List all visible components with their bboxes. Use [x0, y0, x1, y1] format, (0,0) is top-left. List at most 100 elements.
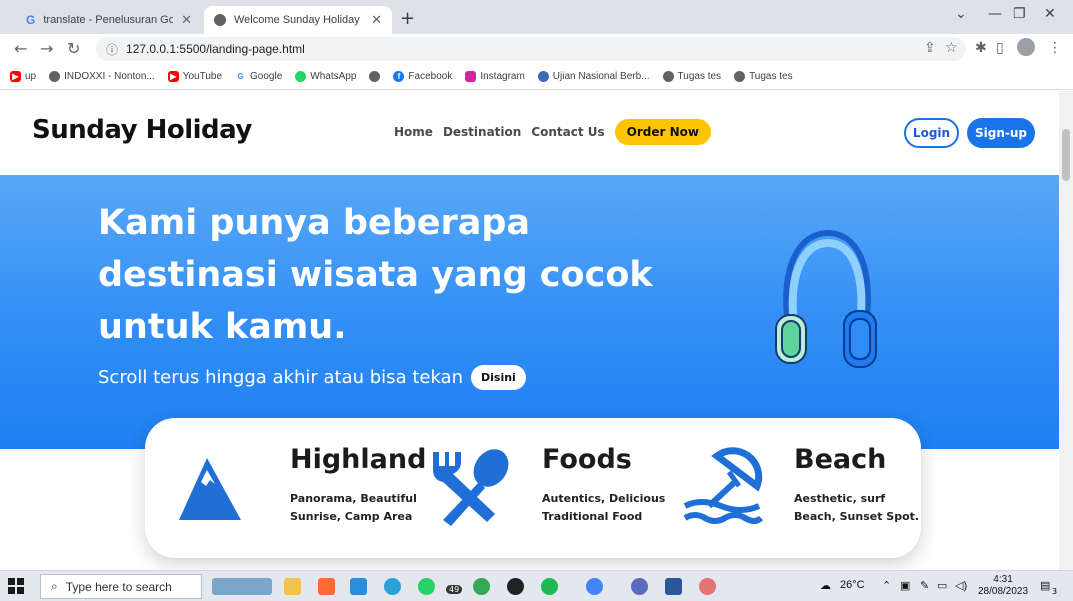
tray-app-icon[interactable]: ▣	[900, 579, 910, 592]
hero-subtitle: Scroll terus hingga akhir atau bisa teka…	[98, 365, 526, 390]
nav-destination[interactable]: Destination	[443, 125, 521, 139]
bookmark-youtube[interactable]: ▶ YouTube	[167, 71, 222, 82]
clock-time: 4:31	[993, 574, 1013, 585]
music-app-icon[interactable]	[507, 578, 524, 595]
volume-icon[interactable]: ◁)	[955, 579, 967, 592]
disini-button[interactable]: Disini	[471, 365, 526, 390]
search-icon: ⌕	[51, 579, 58, 593]
restore-icon[interactable]: ❐	[1013, 6, 1026, 22]
pen-icon[interactable]: ✎	[920, 579, 929, 592]
close-tab-icon[interactable]: ✕	[181, 12, 192, 28]
clock-date: 28/08/2023	[978, 586, 1029, 597]
close-tab-icon[interactable]: ✕	[371, 12, 382, 28]
news-widget-icon[interactable]	[212, 578, 272, 595]
close-window-icon[interactable]: ✕	[1044, 6, 1056, 22]
temperature[interactable]: 26°C	[840, 579, 865, 591]
beach-umbrella-icon	[683, 447, 764, 524]
vscode-icon[interactable]	[350, 578, 367, 595]
bookmark-label: Tugas tes	[749, 71, 793, 82]
scrollbar-thumb[interactable]	[1062, 129, 1070, 181]
globe-icon	[369, 71, 381, 82]
bookmark-label: Ujian Nasional Berb...	[552, 71, 650, 82]
page-viewport: Sunday Holiday Home Destination Contact …	[0, 91, 1073, 570]
bookmark-whatsapp[interactable]: WhatsApp	[295, 71, 356, 82]
word-icon[interactable]	[665, 578, 682, 595]
profile-avatar[interactable]	[1017, 38, 1035, 56]
bookmark-label: Instagram	[480, 71, 525, 82]
reload-icon[interactable]: ↻	[67, 39, 80, 58]
site-header: Sunday Holiday Home Destination Contact …	[0, 91, 1059, 175]
weather-icon[interactable]: ☁	[820, 579, 831, 592]
login-button[interactable]: Login	[904, 118, 959, 148]
info-icon[interactable]: ⓘ	[106, 41, 118, 58]
feature-title-beach: Beach	[794, 444, 887, 475]
tab-title: translate - Penelusuran Google	[43, 14, 174, 26]
globe-icon	[537, 71, 549, 82]
star-icon[interactable]: ☆	[945, 40, 958, 56]
instagram-icon	[465, 71, 477, 82]
google-icon: G	[26, 13, 36, 27]
bookmark-facebook[interactable]: f Facebook	[393, 71, 452, 82]
youtube-icon: ▶	[10, 71, 21, 82]
bookmark-label: Tugas tes	[677, 71, 722, 82]
forward-arrow-icon[interactable]: →	[40, 39, 53, 58]
bookmark-instagram[interactable]: Instagram	[465, 71, 525, 82]
minimize-icon[interactable]: —	[988, 6, 1002, 22]
google-icon: G	[237, 72, 244, 81]
bookmark-google[interactable]: G Google	[235, 71, 282, 82]
nav-home[interactable]: Home	[394, 125, 433, 139]
bookmark-up[interactable]: ▶ up	[10, 71, 36, 82]
whatsapp-icon[interactable]	[418, 578, 435, 595]
share-icon[interactable]: ⇪	[924, 40, 936, 56]
chrome-icon[interactable]	[473, 578, 490, 595]
headphones-illustration	[775, 229, 877, 368]
sublime-text-icon[interactable]	[318, 578, 335, 595]
screen: G translate - Penelusuran Google ✕ Welco…	[0, 0, 1073, 601]
feature-desc-line: Traditional Food	[542, 510, 643, 523]
globe-icon	[734, 71, 746, 82]
back-arrow-icon[interactable]: ←	[14, 39, 27, 58]
spotify-icon[interactable]	[541, 578, 558, 595]
facebook-icon: f	[393, 71, 405, 82]
tray-chevron-icon[interactable]: ⌃	[882, 579, 891, 592]
hero-subtitle-text: Scroll terus hingga akhir atau bisa teka…	[98, 367, 463, 388]
feature-desc-line: Beach, Sunset Spot.	[794, 510, 920, 523]
more-menu-icon[interactable]: ⋮	[1048, 40, 1062, 56]
bookmark-tugas-tes-1[interactable]: Tugas tes	[662, 71, 722, 82]
tab-sunday-holiday[interactable]: Welcome Sunday Holiday ✕	[204, 6, 392, 34]
side-panel-icon[interactable]: ▯	[996, 40, 1004, 56]
feature-desc-line: Sunrise, Camp Area	[290, 510, 413, 523]
tab-google-translate[interactable]: G translate - Penelusuran Google ✕	[16, 6, 202, 34]
network-icon[interactable]: ▭	[937, 579, 947, 592]
order-now-button[interactable]: Order Now	[614, 119, 711, 145]
file-explorer-icon[interactable]	[284, 578, 301, 595]
chrome-alt-icon[interactable]	[631, 578, 648, 595]
windows-start-icon[interactable]	[8, 578, 24, 594]
app-icon[interactable]	[699, 578, 716, 595]
new-tab-icon[interactable]: +	[400, 8, 415, 29]
whatsapp-icon	[295, 71, 307, 82]
whatsapp-badge: 49	[446, 585, 463, 594]
address-bar[interactable]: ⓘ 127.0.0.1:5500/landing-page.html	[96, 37, 966, 61]
site-logo[interactable]: Sunday Holiday	[32, 115, 252, 145]
tab-search-chevron-icon[interactable]: ⌄	[955, 6, 967, 22]
taskbar-search-box[interactable]: ⌕ Type here to search	[40, 574, 202, 599]
fork-spoon-icon	[433, 449, 509, 526]
telegram-icon[interactable]	[384, 578, 401, 595]
bookmark-ujian-nasional[interactable]: Ujian Nasional Berb...	[537, 71, 650, 82]
notification-icon[interactable]: ▤	[1040, 579, 1050, 592]
signup-button[interactable]: Sign-up	[967, 118, 1035, 148]
feature-desc-foods: Autentics, Delicious Traditional Food	[542, 490, 665, 526]
nav-contact-us[interactable]: Contact Us	[531, 125, 604, 139]
page-scrollbar[interactable]	[1059, 91, 1073, 570]
extensions-icon[interactable]: ✱	[975, 40, 987, 56]
windows-taskbar: ⌕ Type here to search 49 ☁ 26°C ⌃ ▣ ✎ ▭ …	[0, 570, 1073, 601]
chrome-profile-icon[interactable]	[586, 578, 603, 595]
bookmark-unnamed[interactable]	[369, 71, 381, 82]
notification-count: 3	[1052, 587, 1058, 596]
bookmark-indoxxi[interactable]: INDOXXI - Nonton...	[49, 71, 155, 82]
hero-title-line: Kami punya beberapa	[98, 203, 531, 243]
system-clock[interactable]: 4:31 28/08/2023	[978, 574, 1028, 598]
taskbar-search-placeholder: Type here to search	[65, 579, 172, 594]
bookmark-tugas-tes-2[interactable]: Tugas tes	[734, 71, 793, 82]
